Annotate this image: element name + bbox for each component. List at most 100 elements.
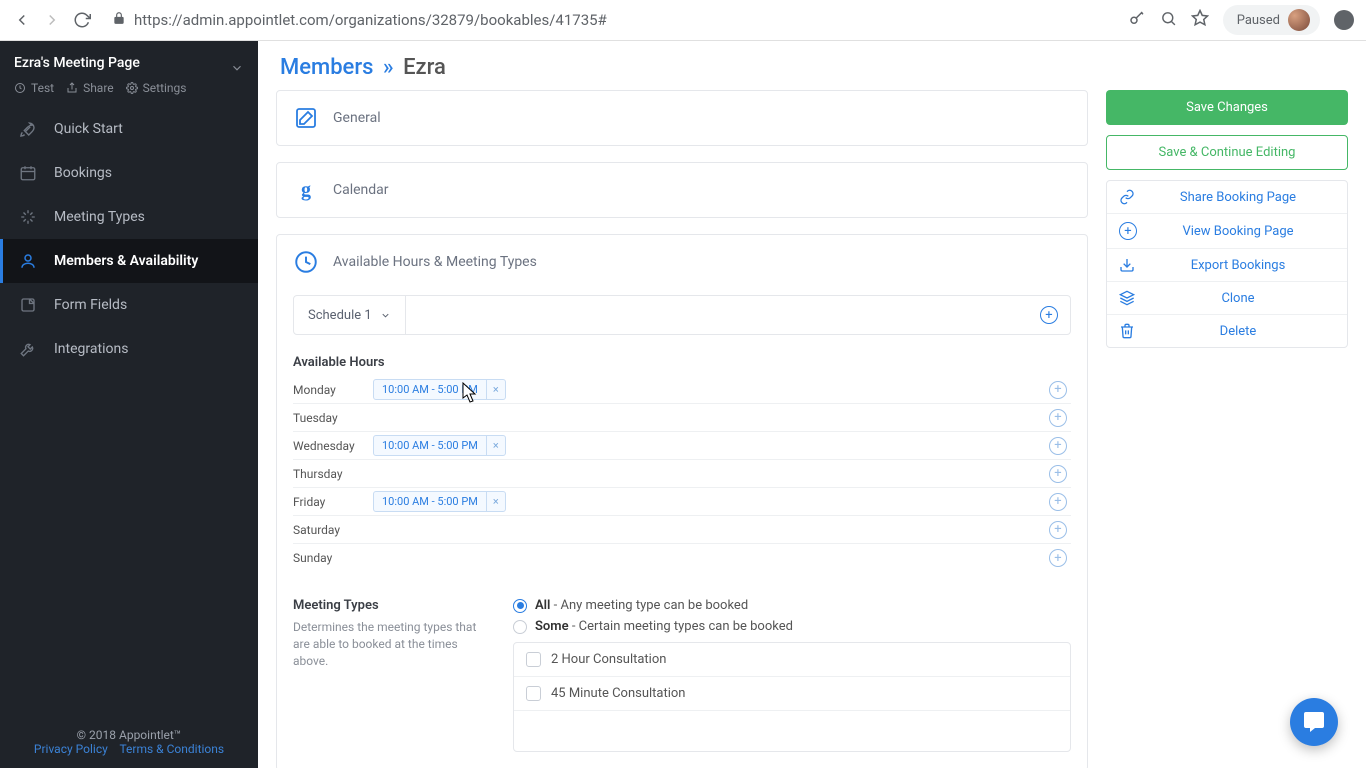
radio-all[interactable]: All - Any meeting type can be booked — [513, 598, 1071, 613]
address-bar[interactable]: https://admin.appointlet.com/organizatio… — [102, 5, 1118, 35]
sidebar-item-bookings[interactable]: Bookings — [0, 151, 258, 195]
radio-some[interactable]: Some - Certain meeting types can be book… — [513, 619, 1071, 634]
rocket-icon — [18, 119, 38, 139]
share-link[interactable]: Share — [66, 81, 114, 95]
test-link[interactable]: Test — [14, 81, 54, 95]
chat-icon — [1302, 710, 1326, 734]
sidebar-item-label: Bookings — [54, 165, 112, 181]
day-name: Tuesday — [293, 411, 373, 425]
extension-badge[interactable] — [1334, 10, 1354, 30]
download-icon — [1119, 257, 1141, 273]
sidebar-footer: © 2018 Appointlet™ Privacy Policy Terms … — [0, 718, 258, 768]
layers-icon — [1119, 290, 1141, 306]
panel-calendar-header[interactable]: g Calendar — [277, 163, 1087, 217]
settings-link[interactable]: Settings — [126, 81, 187, 95]
day-row: Monday10:00 AM - 5:00 PM× + — [293, 376, 1071, 404]
zoom-icon[interactable] — [1160, 10, 1177, 31]
meeting-type-item[interactable]: 2 Hour Consultation — [514, 643, 1070, 677]
edit-icon — [293, 105, 319, 131]
privacy-link[interactable]: Privacy Policy — [34, 742, 108, 756]
chat-fab[interactable] — [1290, 698, 1338, 746]
export-bookings-button[interactable]: Export Bookings — [1107, 249, 1347, 282]
time-range-label: 10:00 AM - 5:00 PM — [374, 492, 486, 511]
radio-icon — [513, 599, 527, 613]
sidebar: Ezra's Meeting Page Test Share Settings … — [0, 41, 258, 768]
schedule-label: Schedule 1 — [308, 308, 372, 323]
sidebar-item-label: Form Fields — [54, 297, 127, 313]
chip-remove-icon[interactable]: × — [486, 380, 505, 399]
time-range-chip[interactable]: 10:00 AM - 5:00 PM× — [373, 435, 506, 456]
back-button[interactable] — [12, 10, 32, 30]
time-range-chip[interactable]: 10:00 AM - 5:00 PM× — [373, 379, 506, 400]
sparkle-icon — [18, 207, 38, 227]
day-name: Monday — [293, 383, 373, 397]
meeting-type-label: 2 Hour Consultation — [551, 652, 666, 667]
terms-link[interactable]: Terms & Conditions — [119, 742, 224, 756]
profile-paused-pill[interactable]: Paused — [1223, 5, 1320, 35]
day-row: Tuesday + — [293, 404, 1071, 432]
sidebar-title: Ezra's Meeting Page — [14, 55, 244, 71]
calendar-icon — [18, 163, 38, 183]
key-icon[interactable] — [1128, 9, 1146, 31]
add-range-button[interactable]: + — [1045, 381, 1071, 399]
day-chips: 10:00 AM - 5:00 PM× — [373, 435, 1045, 456]
google-icon: g — [293, 177, 319, 203]
breadcrumb-current: Ezra — [403, 55, 446, 80]
chip-remove-icon[interactable]: × — [486, 492, 505, 511]
day-name: Sunday — [293, 551, 373, 565]
sidebar-item-formfields[interactable]: Form Fields — [0, 283, 258, 327]
day-row: Sunday + — [293, 544, 1071, 572]
add-range-button[interactable]: + — [1045, 437, 1071, 455]
save-continue-button[interactable]: Save & Continue Editing — [1106, 135, 1348, 170]
sidebar-item-quickstart[interactable]: Quick Start — [0, 107, 258, 151]
sidebar-item-meetingtypes[interactable]: Meeting Types — [0, 195, 258, 239]
add-range-button[interactable]: + — [1045, 493, 1071, 511]
panel-general-header[interactable]: General — [277, 91, 1087, 145]
forward-button[interactable] — [42, 10, 62, 30]
meeting-types-desc: Determines the meeting types that are ab… — [293, 619, 493, 669]
add-range-button[interactable]: + — [1045, 409, 1071, 427]
share-booking-button[interactable]: Share Booking Page — [1107, 181, 1347, 214]
star-icon[interactable] — [1191, 9, 1209, 31]
panel-calendar: g Calendar — [276, 162, 1088, 218]
chevron-down-icon — [380, 310, 391, 321]
day-name: Friday — [293, 495, 373, 509]
add-range-button[interactable]: + — [1045, 521, 1071, 539]
chip-remove-icon[interactable]: × — [486, 436, 505, 455]
schedule-dropdown[interactable]: Schedule 1 — [294, 296, 406, 334]
panel-title: Calendar — [333, 182, 389, 198]
meeting-type-label: 45 Minute Consultation — [551, 686, 686, 701]
sidebar-item-members[interactable]: Members & Availability — [0, 239, 258, 283]
sidebar-header[interactable]: Ezra's Meeting Page — [0, 41, 258, 77]
time-range-label: 10:00 AM - 5:00 PM — [374, 380, 486, 399]
add-schedule-button[interactable]: + — [1028, 306, 1070, 324]
clock-icon — [293, 249, 319, 275]
sidebar-item-label: Integrations — [54, 341, 128, 357]
reload-button[interactable] — [72, 10, 92, 30]
meeting-type-item[interactable]: 45 Minute Consultation — [514, 677, 1070, 711]
breadcrumb-sep: » — [383, 55, 394, 80]
time-range-label: 10:00 AM - 5:00 PM — [374, 436, 486, 455]
main-content: Members » Ezra General g Calendar — [258, 41, 1366, 768]
checkbox-icon — [526, 652, 541, 667]
view-booking-button[interactable]: +View Booking Page — [1107, 214, 1347, 249]
save-button[interactable]: Save Changes — [1106, 90, 1348, 125]
sidebar-item-integrations[interactable]: Integrations — [0, 327, 258, 371]
add-range-button[interactable]: + — [1045, 549, 1071, 567]
add-range-button[interactable]: + — [1045, 465, 1071, 483]
panel-available-header[interactable]: Available Hours & Meeting Types — [277, 235, 1087, 289]
day-name: Saturday — [293, 523, 373, 537]
delete-button[interactable]: Delete — [1107, 315, 1347, 347]
clone-button[interactable]: Clone — [1107, 282, 1347, 315]
day-row: Thursday+ — [293, 460, 1071, 488]
browser-toolbar: https://admin.appointlet.com/organizatio… — [0, 0, 1366, 41]
form-icon — [18, 295, 38, 315]
breadcrumb-parent[interactable]: Members — [280, 55, 373, 80]
page-actions: Share Booking Page +View Booking Page Ex… — [1106, 180, 1348, 348]
wrench-icon — [18, 339, 38, 359]
time-range-chip[interactable]: 10:00 AM - 5:00 PM× — [373, 491, 506, 512]
url-text: https://admin.appointlet.com/organizatio… — [134, 11, 607, 29]
sidebar-item-label: Meeting Types — [54, 209, 145, 225]
meeting-types-list: 2 Hour Consultation 45 Minute Consultati… — [513, 642, 1071, 752]
chevron-down-icon — [230, 61, 244, 79]
